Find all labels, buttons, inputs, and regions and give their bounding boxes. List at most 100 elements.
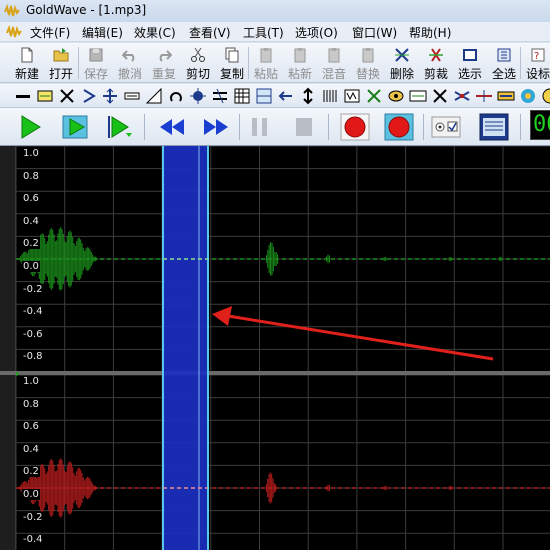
menu-bar: 文件(F) 编辑(E) 效果(C) 查看(V) 工具(T) 选项(O) 窗口(W… (0, 22, 550, 42)
transport-separator (328, 114, 329, 140)
compressor-icon[interactable] (58, 87, 76, 105)
replace-button[interactable]: 替换 (353, 45, 383, 81)
goldwave-window: GoldWave - [1.mp3] 文件(F) 编辑(E) 效果(C) 查看(… (0, 0, 550, 550)
envelope-icon[interactable] (167, 87, 185, 105)
equalizer-icon[interactable] (189, 87, 207, 105)
open-button[interactable]: 打开 (46, 45, 76, 81)
transport-separator (239, 114, 240, 140)
fade-in-icon[interactable] (80, 87, 98, 105)
waveform-canvas[interactable] (0, 146, 550, 550)
menu-help[interactable]: 帮助(H) (409, 24, 451, 41)
mix-button[interactable]: 混音 (319, 45, 349, 81)
menu-edit[interactable]: 编辑(E) (82, 24, 123, 41)
reverb-icon[interactable] (387, 87, 405, 105)
transport-separator (144, 114, 145, 140)
play-from-cursor-icon[interactable] (104, 112, 136, 142)
channel-divider (0, 371, 550, 375)
effects-toolbar (0, 84, 550, 108)
menu-window[interactable]: 窗口(W) (352, 24, 397, 41)
control-window-icon[interactable] (478, 112, 510, 142)
record-selection-icon[interactable] (383, 112, 415, 142)
pan-icon[interactable] (321, 87, 339, 105)
document-menu-icon[interactable] (6, 25, 22, 39)
pitch-icon[interactable] (343, 87, 361, 105)
hline-icon[interactable] (14, 87, 32, 105)
cut-button[interactable]: 剪切 (183, 45, 213, 81)
goldwave-app-icon (4, 3, 20, 17)
menu-options[interactable]: 选项(O) (295, 24, 338, 41)
trim-icon (429, 48, 443, 62)
paste-button[interactable]: 粘贴 (251, 45, 281, 81)
silence-icon[interactable] (431, 87, 449, 105)
save-icon (89, 48, 103, 62)
amplitude-tick-label: 0.8 (22, 398, 40, 410)
svg-text:?: ? (534, 51, 539, 62)
undo-button[interactable]: 撤消 (115, 45, 145, 81)
spectrum-icon[interactable] (541, 87, 550, 105)
invert-icon[interactable] (233, 87, 251, 105)
amplitude-tick-label: 0.2 (22, 238, 40, 250)
color-eq-icon[interactable] (519, 87, 537, 105)
open-folder-icon (53, 48, 69, 62)
title-bar: GoldWave - [1.mp3] (0, 0, 550, 22)
trim-button[interactable]: 剪裁 (421, 45, 451, 81)
set-marker-button[interactable]: ? 设标 (523, 45, 550, 81)
amplitude-tick-label: 0.2 (22, 466, 40, 478)
amplitude-tick-label: -0.6 (22, 328, 44, 340)
waveform-area[interactable]: 1.0 0.8 0.6 0.4 0.2 0.0 -0.2 -0.4 -0.6 -0.8 1.0 0.8… (0, 146, 550, 550)
new-button[interactable]: 新建 (12, 45, 42, 81)
selection-region (163, 146, 208, 550)
set-marker-icon: ? (531, 48, 545, 62)
play-selection-icon[interactable] (60, 112, 92, 142)
save-button[interactable]: 保存 (81, 45, 111, 81)
volume-icon[interactable] (497, 87, 515, 105)
transport-separator (520, 114, 521, 140)
stop-icon[interactable] (288, 112, 320, 142)
playback-rate-icon[interactable] (365, 87, 383, 105)
main-toolbar: 新建 打开 保存 撤消 重复 剪切 复制 粘贴 粘新 混音 替换 删除 剪裁 选… (0, 43, 550, 83)
doppler-icon[interactable] (101, 87, 119, 105)
offset-icon[interactable] (299, 87, 317, 105)
menu-effects[interactable]: 效果(C) (134, 24, 176, 41)
pause-icon[interactable] (244, 112, 276, 142)
menu-view[interactable]: 查看(V) (189, 24, 231, 41)
fast-forward-icon[interactable] (200, 112, 232, 142)
set-marker-label: 设标 (525, 67, 550, 81)
auto-gain-icon[interactable] (36, 87, 54, 105)
paste-new-icon (294, 48, 306, 63)
amplitude-tick-label: 0.6 (22, 193, 40, 205)
amplitude-tick-label: -0.8 (22, 351, 44, 363)
record-icon[interactable] (339, 112, 371, 142)
delete-button[interactable]: 删除 (387, 45, 417, 81)
redo-button[interactable]: 重复 (149, 45, 179, 81)
amplitude-tick-label: 0.8 (22, 170, 40, 182)
copy-button[interactable]: 复制 (217, 45, 247, 81)
menu-file[interactable]: 文件(F) (30, 24, 70, 41)
menu-tools[interactable]: 工具(T) (243, 24, 284, 41)
amplitude-tick-label: -0.4 (22, 306, 44, 318)
amplitude-tick-label: 0.6 (22, 421, 40, 433)
amplitude-tick-label: -0.4 (22, 534, 44, 546)
copy-icon (225, 47, 239, 63)
filter-icon[interactable] (211, 87, 229, 105)
reverse-icon[interactable] (409, 87, 427, 105)
properties-icon[interactable] (430, 112, 462, 142)
new-file-icon (21, 47, 33, 63)
select-all-button[interactable]: 全选 (489, 45, 519, 81)
select-view-button[interactable]: 选示 (455, 45, 485, 81)
transport-separator (423, 114, 424, 140)
arrow-left-icon[interactable] (277, 87, 295, 105)
replace-icon (362, 48, 374, 63)
paste-new-button[interactable]: 粘新 (285, 45, 315, 81)
stereo-icon[interactable] (453, 87, 471, 105)
mechanize-icon[interactable] (255, 87, 273, 105)
amplitude-tick-label: -0.2 (22, 283, 44, 295)
time-counter-display: 00 (530, 110, 550, 140)
time-warp-icon[interactable] (475, 87, 493, 105)
rewind-icon[interactable] (156, 112, 188, 142)
select-view-icon (463, 49, 477, 61)
dynamics-icon[interactable] (123, 87, 141, 105)
redo-icon (159, 50, 172, 62)
echo-icon[interactable] (145, 87, 163, 105)
play-icon[interactable] (14, 112, 46, 142)
